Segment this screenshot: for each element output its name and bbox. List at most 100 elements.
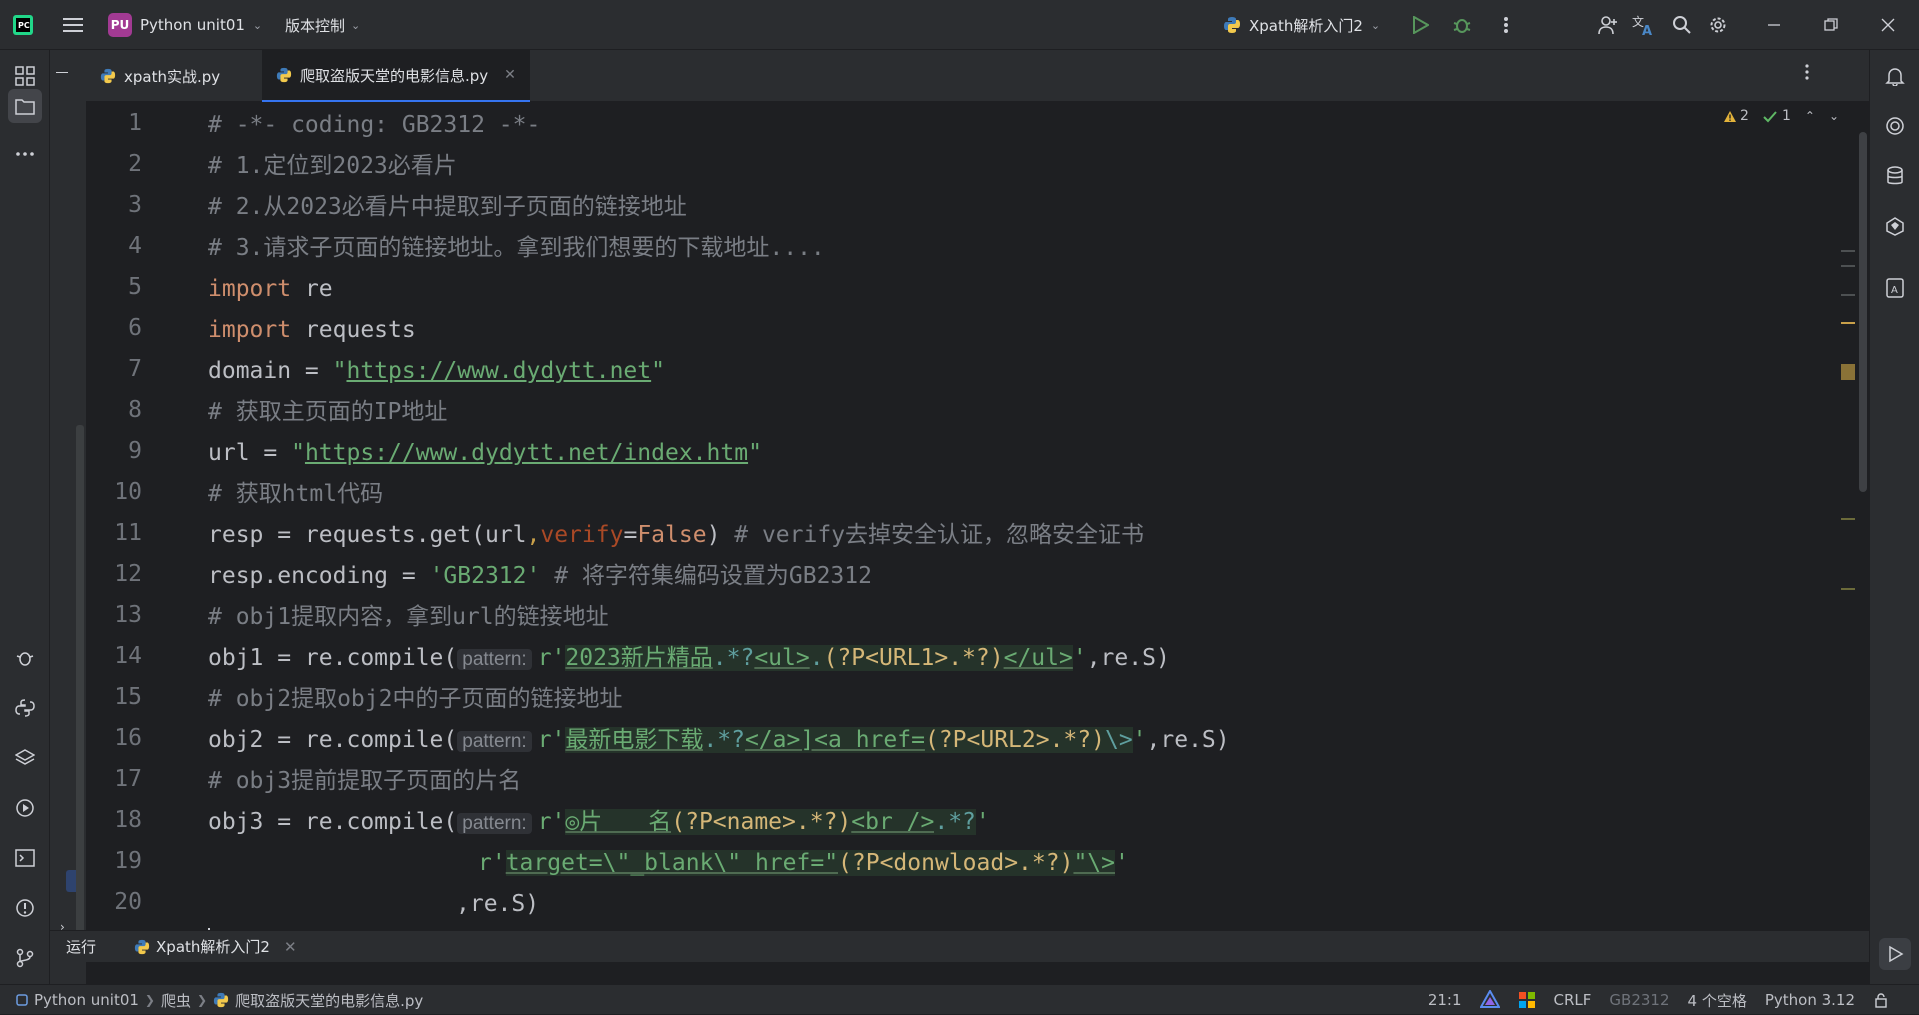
code-line-3[interactable]: # 2.从2023必看片中提取到子页面的链接地址: [208, 192, 687, 222]
lock-icon[interactable]: [1873, 992, 1889, 1008]
restore-icon[interactable]: [1819, 13, 1843, 37]
sciview-icon[interactable]: A: [1881, 274, 1909, 302]
code-line-12[interactable]: resp.encoding = 'GB2312' # 将字符集编码设置为GB23…: [208, 561, 872, 591]
stripe-mark[interactable]: [1841, 265, 1855, 267]
stripe-mark[interactable]: [1841, 518, 1855, 520]
notifications-icon[interactable]: [1881, 62, 1909, 90]
comment: # 1.定位到2023必看片: [208, 153, 457, 179]
windows-logo-icon[interactable]: [1518, 991, 1536, 1009]
line-separator[interactable]: CRLF: [1554, 991, 1592, 1009]
main-menu-icon[interactable]: [60, 0, 86, 50]
code-line-5[interactable]: import re: [208, 274, 333, 304]
tab-xpath-practice[interactable]: xpath实战.py: [86, 50, 262, 102]
more-actions-icon[interactable]: [1494, 13, 1518, 37]
file-encoding[interactable]: GB2312: [1609, 991, 1669, 1009]
code-line-18[interactable]: obj3 = re.compile(pattern: r'◎片 名(?P<name…: [208, 807, 990, 837]
run-icon[interactable]: [1408, 13, 1432, 37]
chevron-up-icon[interactable]: ⌃: [1805, 109, 1815, 123]
panel-minimize-icon[interactable]: [56, 72, 68, 73]
run-tab[interactable]: Xpath解析入门2: [134, 936, 270, 957]
stripe-mark[interactable]: [1841, 588, 1855, 590]
parameter-hint: pattern:: [457, 649, 532, 670]
project-switcher[interactable]: PU Python unit01 ⌄: [108, 0, 262, 50]
stripe-mark[interactable]: [1841, 250, 1855, 252]
ai-assistant-icon[interactable]: [1881, 112, 1909, 140]
code-line-1[interactable]: # -*- coding: GB2312 -*-: [208, 110, 540, 140]
code-line-8[interactable]: # 获取主页面的IP地址: [208, 397, 447, 427]
regex-literal: 最新电影下载: [565, 727, 704, 753]
inspection-widget[interactable]: 2 1 ⌃ ⌄: [1723, 108, 1839, 124]
gear-icon[interactable]: [1706, 13, 1730, 37]
vcs-menu[interactable]: 版本控制 ⌄: [285, 0, 360, 50]
url-link[interactable]: https://www.dydytt.net/index.htm: [305, 440, 748, 466]
more-tools-icon[interactable]: [11, 140, 39, 168]
python-interpreter[interactable]: Python 3.12: [1765, 991, 1855, 1009]
debug-tool-icon[interactable]: [11, 644, 39, 672]
error-stripe[interactable]: [1841, 102, 1855, 930]
code-line-15[interactable]: # obj2提取obj2中的子页面的链接地址: [208, 684, 622, 714]
run-tool-icon[interactable]: [1879, 938, 1911, 970]
pycharm-logo-icon[interactable]: PC: [12, 0, 38, 50]
url-link[interactable]: https://www.dydytt.net: [346, 358, 651, 384]
plugin-icon[interactable]: [1881, 212, 1909, 240]
warnings-count[interactable]: 2: [1723, 108, 1749, 124]
code-line-14[interactable]: obj1 = re.compile(pattern: r'2023新片精品.*?<…: [208, 643, 1170, 673]
code-line-2[interactable]: # 1.定位到2023必看片: [208, 151, 457, 181]
regex-token: .*?: [703, 727, 745, 753]
indent-setting[interactable]: 4 个空格: [1688, 990, 1747, 1011]
structure-icon[interactable]: [11, 62, 39, 90]
code-line-9[interactable]: url = "https://www.dydytt.net/index.htm": [208, 438, 762, 468]
code-line-4[interactable]: # 3.请求子页面的链接地址。拿到我们想要的下载地址....: [208, 233, 825, 263]
python-console-icon[interactable]: [11, 694, 39, 722]
problems-icon[interactable]: [11, 894, 39, 922]
stripe-mark[interactable]: [1841, 322, 1855, 324]
layers-icon[interactable]: [11, 744, 39, 772]
editor-scrollbar[interactable]: [1859, 132, 1867, 492]
project-scrollbar[interactable]: [76, 425, 84, 935]
code-line-20[interactable]: ,re.S): [456, 889, 539, 919]
code-line-19[interactable]: r'target=\"_blank\" href="(?P<donwload>.…: [478, 848, 1129, 878]
breadcrumb-project[interactable]: Python unit01: [34, 991, 139, 1009]
translate-icon[interactable]: 文A: [1632, 13, 1656, 37]
search-icon[interactable]: [1670, 13, 1694, 37]
close-run-tab-icon[interactable]: ✕: [284, 938, 297, 956]
weak-warnings-count[interactable]: 1: [1763, 108, 1791, 124]
line-number: 5: [128, 274, 142, 300]
minimize-icon[interactable]: [1762, 13, 1786, 37]
stripe-mark[interactable]: [1841, 294, 1855, 296]
code-line-17[interactable]: # obj3提前提取子页面的片名: [208, 766, 521, 796]
code-line-16[interactable]: obj2 = re.compile(pattern: r'最新电影下载.*?</a…: [208, 725, 1230, 755]
database-icon[interactable]: [1881, 162, 1909, 190]
debug-icon[interactable]: [1450, 13, 1474, 37]
services-icon[interactable]: [11, 794, 39, 822]
tab-options-icon[interactable]: [1805, 64, 1809, 84]
project-folder-icon[interactable]: [8, 89, 42, 123]
breadcrumb-file[interactable]: 爬取盗版天堂的电影信息.py: [235, 990, 423, 1011]
tab-movie-scraper[interactable]: 爬取盗版天堂的电影信息.py ✕: [262, 50, 530, 102]
stripe-mark[interactable]: [1841, 364, 1855, 380]
code-text: re: [291, 276, 333, 302]
line-number: 8: [128, 397, 142, 423]
code-line-7[interactable]: domain = "https://www.dydytt.net": [208, 356, 665, 386]
add-user-icon[interactable]: [1596, 13, 1620, 37]
project-badge: PU: [108, 13, 132, 37]
run-label[interactable]: 运行: [66, 936, 96, 957]
string-quote: ': [1115, 850, 1129, 876]
line-number: 11: [114, 520, 142, 546]
code-line-10[interactable]: # 获取html代码: [208, 479, 383, 509]
code-editor[interactable]: 123456789101112131415161718192021 # -*- …: [86, 102, 1869, 930]
close-icon[interactable]: [1876, 13, 1900, 37]
code-line-11[interactable]: resp = requests.get(url,verify=False) # …: [208, 520, 1144, 550]
code-line-13[interactable]: # obj1提取内容，拿到url的链接地址: [208, 602, 609, 632]
regex-token: .*?: [934, 809, 976, 835]
breadcrumb-folder[interactable]: 爬虫: [161, 990, 191, 1011]
terminal-icon[interactable]: [11, 844, 39, 872]
ai-status-icon[interactable]: [1479, 990, 1500, 1010]
run-config-selector[interactable]: Xpath解析入门2 ⌄: [1223, 0, 1380, 50]
git-icon[interactable]: [11, 944, 39, 972]
code-text: ,re.S): [1086, 645, 1170, 671]
close-tab-icon[interactable]: ✕: [504, 67, 516, 83]
code-line-6[interactable]: import requests: [208, 315, 416, 345]
chevron-down-icon[interactable]: ⌄: [1829, 109, 1839, 123]
caret-position[interactable]: 21:1: [1428, 991, 1462, 1009]
